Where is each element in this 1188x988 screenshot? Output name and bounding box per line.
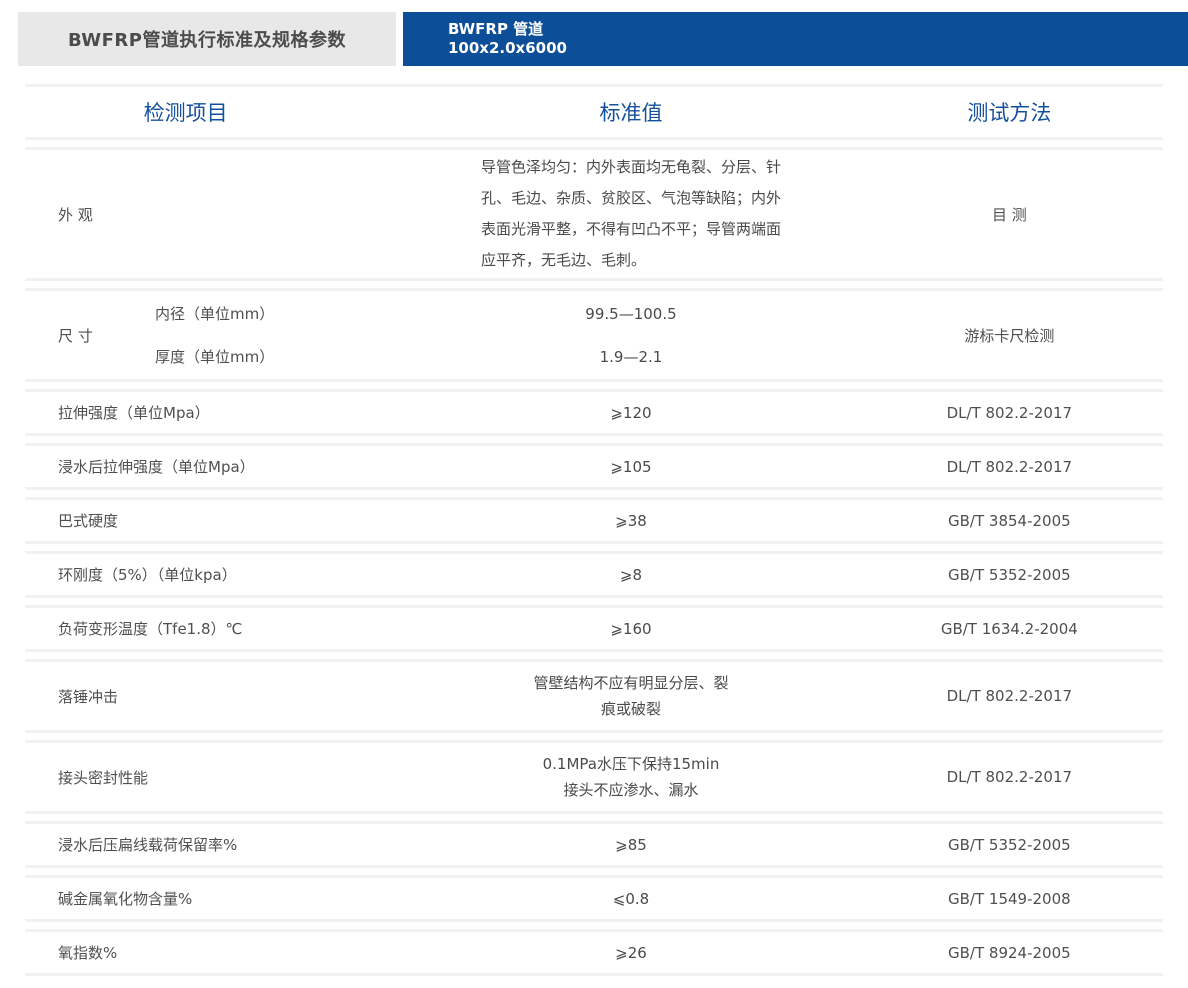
row-item-label: 氧指数% <box>25 942 406 963</box>
table-row-size: 尺 寸 内径（单位mm） 厚度（单位mm） 99.5—100.5 1.9—2.1… <box>25 288 1163 382</box>
product-badge: BWFRP 管道 100x2.0x6000 <box>403 12 1188 66</box>
product-spec: 100x2.0x6000 <box>448 39 1188 58</box>
row-item-label: 负荷变形温度（Tfe1.8）℃ <box>25 618 406 639</box>
row-item-label: 浸水后压扁线载荷保留率% <box>25 834 406 855</box>
row-standard-value: 管壁结构不应有明显分层、裂 痕或破裂 <box>406 662 856 730</box>
spec-sheet-page: BWFRP管道执行标准及规格参数 BWFRP 管道 100x2.0x6000 检… <box>0 0 1188 988</box>
row-standard-value: ⩾85 <box>406 836 856 854</box>
row-standard-value: 0.1MPa水压下保持15min 接头不应渗水、漏水 <box>406 743 856 811</box>
row-item-label: 巴式硬度 <box>25 510 406 531</box>
row-item-label: 接头密封性能 <box>25 767 406 788</box>
row-test-method: GB/T 5352-2005 <box>856 836 1163 854</box>
row-test-method: GB/T 3854-2005 <box>856 512 1163 530</box>
page-header: BWFRP管道执行标准及规格参数 BWFRP 管道 100x2.0x6000 <box>18 12 1188 66</box>
size-value-thickness: 1.9—2.1 <box>406 335 856 378</box>
row-item-label: 拉伸强度（单位Mpa） <box>25 402 406 423</box>
table-header-row: 检测项目 标准值 测试方法 <box>25 84 1163 140</box>
row-standard-value: ⩾8 <box>406 566 856 584</box>
table-row-drop-impact: 落锤冲击 管壁结构不应有明显分层、裂 痕或破裂 DL/T 802.2-2017 <box>25 659 1163 733</box>
table-row-ring-stiffness: 环刚度（5%）（单位kpa） ⩾8 GB/T 5352-2005 <box>25 551 1163 598</box>
row-standard-value: ⩾26 <box>406 944 856 962</box>
col-header-standard: 标准值 <box>406 97 856 127</box>
row-test-method: GB/T 1549-2008 <box>856 890 1163 908</box>
row-test-method: DL/T 802.2-2017 <box>856 768 1163 786</box>
row-test-method: DL/T 802.2-2017 <box>856 687 1163 705</box>
appearance-paragraph: 导管色泽均匀：内外表面均无龟裂、分层、针 孔、毛边、杂质、贫胶区、气泡等缺陷；内… <box>481 152 781 276</box>
row-item-label: 浸水后拉伸强度（单位Mpa） <box>25 456 406 477</box>
row-standard-value: ⩾120 <box>406 404 856 422</box>
col-header-item: 检测项目 <box>25 97 406 127</box>
row-item-label: 碱金属氧化物含量% <box>25 888 406 909</box>
table-row-tensile: 拉伸强度（单位Mpa） ⩾120 DL/T 802.2-2017 <box>25 389 1163 436</box>
table-row-appearance: 外 观 导管色泽均匀：内外表面均无龟裂、分层、针 孔、毛边、杂质、贫胶区、气泡等… <box>25 147 1163 281</box>
table-row-joint-seal: 接头密封性能 0.1MPa水压下保持15min 接头不应渗水、漏水 DL/T 8… <box>25 740 1163 814</box>
row-standard-value: ⩾38 <box>406 512 856 530</box>
row-test-method: GB/T 1634.2-2004 <box>856 620 1163 638</box>
row-item-cell: 尺 寸 内径（单位mm） 厚度（单位mm） <box>25 292 406 378</box>
row-test-method: 目 测 <box>856 204 1163 225</box>
table-row-barcol-hardness: 巴式硬度 ⩾38 GB/T 3854-2005 <box>25 497 1163 544</box>
size-sub-labels: 内径（单位mm） 厚度（单位mm） <box>155 292 274 378</box>
row-item-label: 落锤冲击 <box>25 686 406 707</box>
row-test-method: 游标卡尺检测 <box>856 325 1163 346</box>
row-item-label: 环刚度（5%）（单位kpa） <box>25 564 406 585</box>
size-value-inner-diameter: 99.5—100.5 <box>406 292 856 335</box>
row-standard-value: 导管色泽均匀：内外表面均无龟裂、分层、针 孔、毛边、杂质、贫胶区、气泡等缺陷；内… <box>406 152 856 276</box>
product-name: BWFRP 管道 <box>448 20 1188 39</box>
spec-table: 检测项目 标准值 测试方法 外 观 导管色泽均匀：内外表面均无龟裂、分层、针 孔… <box>25 84 1163 976</box>
row-standard-value: ⩾105 <box>406 458 856 476</box>
row-test-method: DL/T 802.2-2017 <box>856 404 1163 422</box>
size-sub-label-inner-diameter: 内径（单位mm） <box>155 292 274 335</box>
row-test-method: DL/T 802.2-2017 <box>856 458 1163 476</box>
size-sub-label-thickness: 厚度（单位mm） <box>155 335 274 378</box>
row-item-label: 外 观 <box>25 204 406 225</box>
size-sub-values: 99.5—100.5 1.9—2.1 <box>406 292 856 378</box>
row-standard-value: ⩽0.8 <box>406 890 856 908</box>
table-row-oxygen-index: 氧指数% ⩾26 GB/T 8924-2005 <box>25 929 1163 976</box>
row-test-method: GB/T 8924-2005 <box>856 944 1163 962</box>
table-row-tensile-after-immersion: 浸水后拉伸强度（单位Mpa） ⩾105 DL/T 802.2-2017 <box>25 443 1163 490</box>
page-title: BWFRP管道执行标准及规格参数 <box>18 12 396 66</box>
table-row-flatten-load-retention: 浸水后压扁线载荷保留率% ⩾85 GB/T 5352-2005 <box>25 821 1163 868</box>
col-header-method: 测试方法 <box>856 97 1163 127</box>
row-test-method: GB/T 5352-2005 <box>856 566 1163 584</box>
row-item-label: 尺 寸 <box>58 325 106 346</box>
table-row-deflection-temperature: 负荷变形温度（Tfe1.8）℃ ⩾160 GB/T 1634.2-2004 <box>25 605 1163 652</box>
row-standard-value: ⩾160 <box>406 620 856 638</box>
table-row-alkali-oxide-content: 碱金属氧化物含量% ⩽0.8 GB/T 1549-2008 <box>25 875 1163 922</box>
